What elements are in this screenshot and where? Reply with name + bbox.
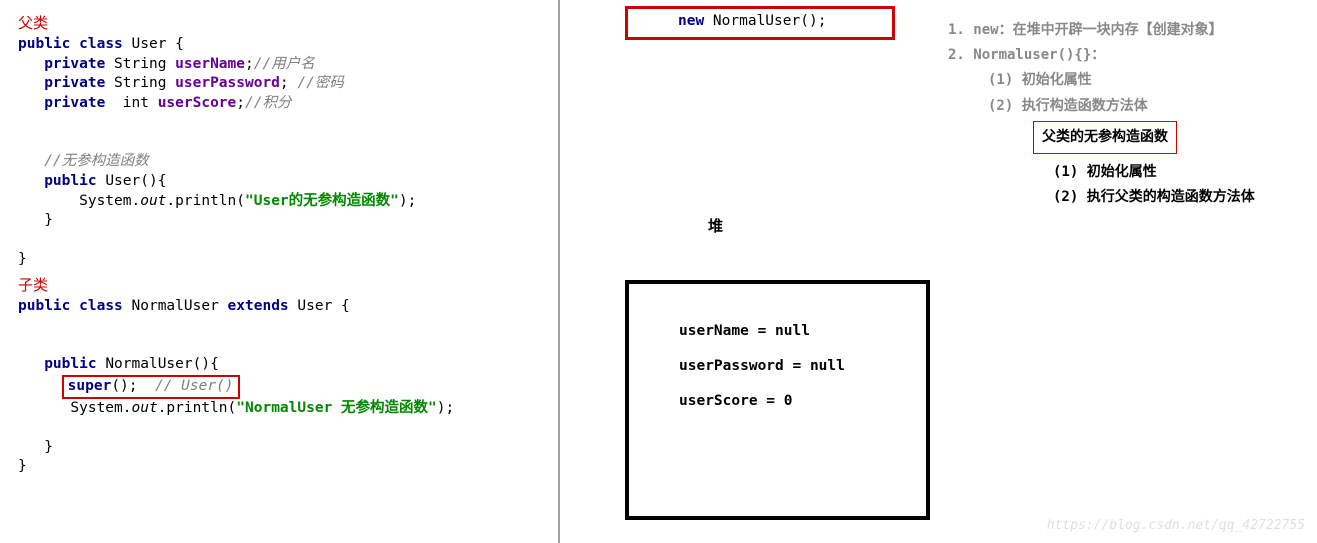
code-text: );	[399, 193, 416, 209]
code-text: User {	[289, 298, 350, 314]
code-text: String	[105, 56, 175, 72]
comment: //用户名	[254, 56, 315, 72]
code-text: int	[105, 95, 157, 111]
keyword-extends: extends	[228, 298, 289, 314]
left-code-panel: 父类 public class User { private String us…	[18, 8, 548, 477]
code-text: .println(	[158, 400, 237, 416]
parent-constructor-title-box: 父类的无参构造函数	[1033, 121, 1177, 154]
string-literal: "User的无参构造函数"	[245, 193, 399, 209]
code-text: ;	[280, 75, 297, 91]
note-sub-2: (2) 执行父类的构造函数方法体	[1053, 185, 1308, 210]
note-item-1: 1. new：在堆中开辟一块内存【创建对象】	[948, 18, 1308, 43]
note-item-2a: (1) 初始化属性	[988, 68, 1308, 93]
code-text: ;	[236, 95, 245, 111]
heap-field-userpassword: userPassword = null	[679, 349, 916, 384]
child-class-code: public class NormalUser extends User { p…	[18, 297, 548, 477]
heap-memory-box: userName = null userPassword = null user…	[625, 280, 930, 520]
watermark: https://blog.csdn.net/qq_42722755	[1047, 518, 1305, 533]
code-text: NormalUser();	[704, 13, 826, 29]
parent-class-label: 父类	[18, 12, 548, 33]
heap-field-userscore: userScore = 0	[679, 384, 916, 419]
keyword-class: class	[79, 298, 123, 314]
new-expression-box: new NormalUser();	[625, 6, 895, 40]
note-sub-1: (1) 初始化属性	[1053, 160, 1308, 185]
keyword-public: public	[18, 36, 70, 52]
code-text: System.	[79, 193, 140, 209]
keyword-public: public	[18, 298, 70, 314]
code-text: User(){	[97, 173, 167, 189]
keyword-new: new	[678, 13, 704, 29]
code-text: }	[18, 251, 27, 267]
code-text: ;	[245, 56, 254, 72]
comment: //积分	[245, 95, 291, 111]
note-item-2b: (2) 执行构造函数方法体	[988, 94, 1308, 119]
note-item-2: 2. Normaluser(){}：	[948, 43, 1308, 68]
field-userpassword: userPassword	[175, 75, 280, 91]
super-call-highlight: super(); // User()	[62, 375, 240, 399]
code-text: .println(	[166, 193, 245, 209]
code-text: String	[105, 75, 175, 91]
keyword-public: public	[44, 356, 96, 372]
keyword-public: public	[44, 173, 96, 189]
child-class-label: 子类	[18, 274, 548, 295]
field-out: out	[140, 193, 166, 209]
field-username: userName	[175, 56, 245, 72]
field-out: out	[132, 400, 158, 416]
code-text: );	[437, 400, 454, 416]
vertical-divider	[558, 0, 560, 543]
notes-panel: 1. new：在堆中开辟一块内存【创建对象】 2. Normaluser(){}…	[948, 18, 1308, 210]
code-text: NormalUser	[123, 298, 228, 314]
code-text: }	[44, 212, 53, 228]
field-userscore: userScore	[158, 95, 237, 111]
code-text: NormalUser(){	[97, 356, 219, 372]
comment: //密码	[297, 75, 343, 91]
keyword-super: super	[68, 378, 112, 394]
parent-class-code: public class User { private String userN…	[18, 35, 548, 270]
code-text: System.	[70, 400, 131, 416]
heap-label: 堆	[708, 215, 723, 236]
string-literal: "NormalUser 无参构造函数"	[236, 400, 437, 416]
keyword-class: class	[79, 36, 123, 52]
code-text: }	[44, 439, 53, 455]
comment-user: // User()	[155, 378, 234, 394]
keyword-private: private	[44, 95, 105, 111]
keyword-private: private	[44, 75, 105, 91]
code-text: }	[18, 458, 27, 474]
keyword-private: private	[44, 56, 105, 72]
code-text: ();	[111, 378, 155, 394]
code-text: User {	[123, 36, 184, 52]
comment-noarg: //无参构造函数	[44, 153, 148, 169]
heap-field-username: userName = null	[679, 314, 916, 349]
